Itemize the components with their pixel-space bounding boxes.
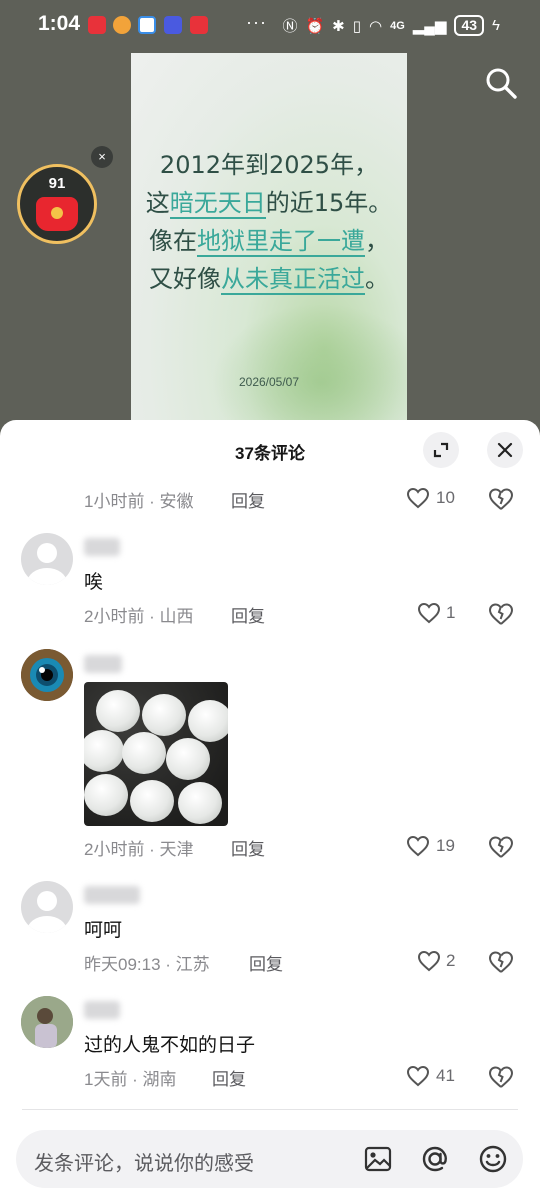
avatar[interactable] <box>21 533 73 585</box>
reply-button[interactable]: 回复 <box>231 487 265 512</box>
at-icon[interactable] <box>420 1144 450 1174</box>
username[interactable] <box>84 655 122 673</box>
system-icons: Ⓝ ⏰ ✱ ▯ ◠ 4G ▂▄▆ 43 ϟ <box>282 15 500 36</box>
dumpling <box>84 730 124 772</box>
red-packet-widget[interactable]: 91 <box>17 164 97 244</box>
username[interactable] <box>84 538 120 556</box>
comment-meta: 1天前 · 湖南 回复 41 <box>84 1065 524 1089</box>
comment-text: 呵呵 <box>84 920 123 941</box>
comment-time-location: 2小时前 · 天津 <box>84 840 194 859</box>
status-bar: 1:04 ··· Ⓝ ⏰ ✱ ▯ ◠ 4G ▂▄▆ 43 ϟ <box>0 0 540 52</box>
avatar[interactable] <box>21 649 73 701</box>
dumpling <box>96 690 140 732</box>
dumpling <box>178 782 222 824</box>
poster-line-4: 又好像从未真正活过。 <box>149 265 389 295</box>
comment-time-location: 1天前 · 湖南 <box>84 1070 177 1089</box>
broken-heart-icon[interactable] <box>488 835 514 859</box>
status-time: 1:04 <box>38 12 81 35</box>
notification-map-icon <box>138 16 156 34</box>
eye-avatar-icon <box>21 649 73 701</box>
username[interactable] <box>84 1001 120 1019</box>
dumpling <box>84 774 128 816</box>
comment-meta: 2小时前 · 天津 回复 19 <box>84 835 524 859</box>
search-icon[interactable] <box>484 66 518 100</box>
notification-tieba-icon <box>164 16 182 34</box>
comment-meta: 1小时前 · 安徽 回复 10 <box>84 487 524 511</box>
close-icon <box>497 442 513 458</box>
battery-level: 43 <box>454 15 485 36</box>
like-count: 1 <box>446 603 456 622</box>
dumpling <box>166 738 210 780</box>
broken-heart-icon[interactable] <box>488 1065 514 1089</box>
photo-avatar-icon <box>21 996 73 1048</box>
username[interactable] <box>84 886 140 904</box>
comment-input-bar[interactable]: 发条评论，说说你的感受 <box>16 1130 523 1188</box>
network-label: 4G <box>390 19 405 32</box>
notification-weibo-icon <box>113 16 131 34</box>
reply-button[interactable]: 回复 <box>231 602 265 627</box>
poster-date: 2026/05/07 <box>238 375 300 389</box>
comment-count-title: 37条评论 <box>235 444 305 463</box>
heart-icon[interactable] <box>417 950 441 972</box>
comment-sheet: 37条评论 1小时前 · 安徽 回复 10 唉 2小时前 · 山西 回复 1 2… <box>0 420 540 1199</box>
notification-app-icon <box>88 16 106 34</box>
expand-button[interactable] <box>423 432 459 468</box>
video-poster[interactable]: 2012年到2025年， 这暗无天日的近15年。 像在地狱里走了一遭， 又好像从… <box>131 53 407 423</box>
reply-button[interactable]: 回复 <box>249 950 283 975</box>
dumpling <box>142 694 186 736</box>
like-count: 2 <box>446 951 456 970</box>
comment-time-location: 1小时前 · 安徽 <box>84 492 194 511</box>
like-count: 19 <box>436 836 455 855</box>
red-packet-close-button[interactable]: × <box>91 146 113 168</box>
comment-input[interactable]: 发条评论，说说你的感受 <box>34 1147 254 1176</box>
red-packet-count: 91 <box>48 175 66 192</box>
comment-time-location: 2小时前 · 山西 <box>84 607 194 626</box>
dumpling <box>122 732 166 774</box>
image-icon[interactable] <box>363 1144 393 1174</box>
notification-red-icon <box>190 16 208 34</box>
default-avatar-icon <box>27 543 67 585</box>
dumpling <box>188 700 228 742</box>
signal-icon: ▂▄▆ <box>412 17 447 35</box>
divider <box>22 1109 518 1110</box>
comment-meta: 2小时前 · 山西 回复 1 <box>84 602 524 626</box>
bluetooth-icon: ✱ <box>332 17 345 35</box>
poster-line-1: 2012年到2025年， <box>159 151 379 179</box>
wifi-icon: ◠ <box>368 17 383 35</box>
heart-icon[interactable] <box>406 835 430 857</box>
default-avatar-icon <box>27 891 67 933</box>
reply-button[interactable]: 回复 <box>212 1065 246 1090</box>
comment-time-location: 昨天09:13 · 江苏 <box>84 955 210 974</box>
close-button[interactable] <box>487 432 523 468</box>
comment-image[interactable] <box>84 682 228 826</box>
broken-heart-icon[interactable] <box>488 487 514 511</box>
broken-heart-icon[interactable] <box>488 602 514 626</box>
heart-icon[interactable] <box>417 602 441 624</box>
emoji-icon[interactable] <box>478 1144 508 1174</box>
avatar[interactable] <box>21 996 73 1048</box>
charging-icon: ϟ <box>492 17 500 34</box>
poster-line-2: 这暗无天日的近15年。 <box>145 189 393 219</box>
like-count: 10 <box>436 488 455 507</box>
avatar[interactable] <box>21 881 73 933</box>
vibrate-icon: ▯ <box>352 17 361 35</box>
comment-meta: 昨天09:13 · 江苏 回复 2 <box>84 950 524 974</box>
more-notifications-icon: ··· <box>246 12 267 32</box>
reply-button[interactable]: 回复 <box>231 835 265 860</box>
comment-text: 过的人鬼不如的日子 <box>84 1035 256 1056</box>
red-packet-icon <box>36 197 78 231</box>
heart-icon[interactable] <box>406 487 430 509</box>
dumpling <box>130 780 174 822</box>
nfc-icon: Ⓝ <box>282 18 298 35</box>
comment-text: 唉 <box>84 572 104 593</box>
like-count: 41 <box>436 1066 455 1085</box>
expand-icon <box>433 442 449 458</box>
heart-icon[interactable] <box>406 1065 430 1087</box>
broken-heart-icon[interactable] <box>488 950 514 974</box>
alarm-icon: ⏰ <box>305 17 325 35</box>
poster-line-3: 像在地狱里走了一遭， <box>149 227 389 257</box>
